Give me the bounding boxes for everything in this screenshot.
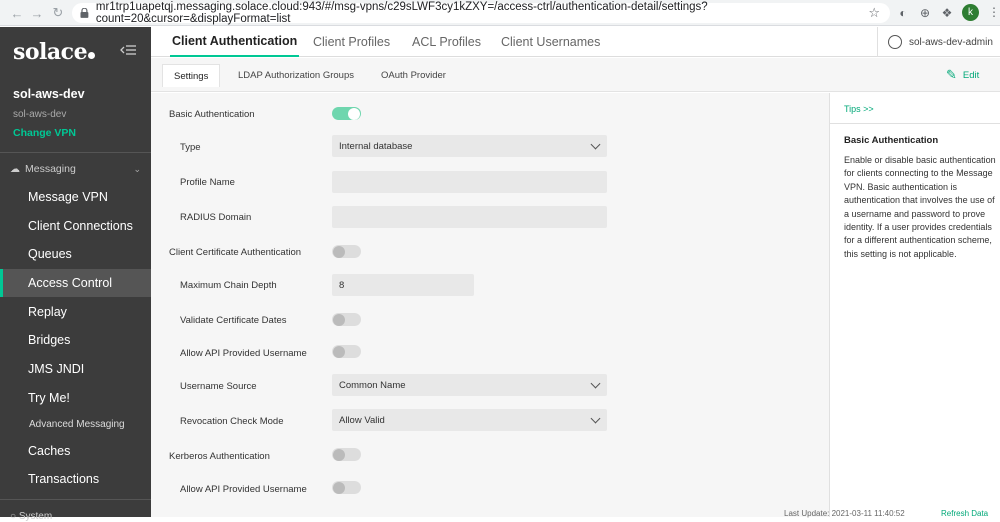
extension-circle-icon[interactable]: ◐ <box>895 5 911 21</box>
user-name: sol-aws-dev-admin <box>909 36 993 48</box>
vpn-name: sol-aws-dev <box>13 87 85 101</box>
max-chain-depth-field[interactable]: 8 <box>332 274 474 296</box>
sidebar-item-bridges[interactable]: Bridges <box>0 326 151 354</box>
user-icon <box>888 35 902 49</box>
validate-cert-dates-label: Validate Certificate Dates <box>180 315 287 326</box>
kerberos-allow-api-username-toggle[interactable] <box>332 481 361 494</box>
profile-name-label: Profile Name <box>180 177 235 188</box>
more-icon[interactable]: ⋮ <box>988 5 1000 19</box>
allow-api-username-label: Allow API Provided Username <box>180 348 307 359</box>
sidebar: solace sol-aws-dev sol-aws-dev Change VP… <box>0 27 151 522</box>
type-label: Type <box>180 142 201 153</box>
sidebar-item-caches[interactable]: Caches <box>0 437 151 465</box>
kerberos-auth-toggle[interactable] <box>332 448 361 461</box>
address-bar[interactable]: mr1trp1uapetqj.messaging.solace.cloud:94… <box>72 1 890 25</box>
tips-body: Enable or disable basic authentication f… <box>844 155 996 259</box>
type-select[interactable]: Internal database <box>332 135 607 157</box>
sidebar-item-access-control[interactable]: Access Control <box>0 269 151 297</box>
subtab-oauth-provider[interactable]: OAuth Provider <box>370 64 457 87</box>
chevron-down-icon: ⌄ <box>133 163 141 174</box>
reload-icon[interactable]: ↻ <box>47 2 69 24</box>
lock-icon <box>80 8 89 18</box>
username-source-label: Username Source <box>180 381 257 392</box>
sidebar-divider <box>0 499 151 500</box>
sidebar-item-client-connections[interactable]: Client Connections <box>0 212 151 240</box>
sidebar-item-transactions[interactable]: Transactions <box>0 465 151 493</box>
tab-client-authentication[interactable]: Client Authentication <box>170 27 300 57</box>
client-cert-auth-toggle[interactable] <box>332 245 361 258</box>
user-menu[interactable]: sol-aws-dev-admin <box>877 27 1000 57</box>
revocation-mode-label: Revocation Check Mode <box>180 416 284 427</box>
vpn-subtitle: sol-aws-dev <box>13 109 67 120</box>
basic-auth-label: Basic Authentication <box>169 109 255 120</box>
radius-domain-label: RADIUS Domain <box>180 212 252 223</box>
solace-logo: solace <box>13 39 96 65</box>
chevron-down-icon <box>590 413 601 424</box>
forward-icon[interactable]: → <box>26 2 48 24</box>
kerberos-auth-label: Kerberos Authentication <box>169 451 270 462</box>
puzzle-icon[interactable]: ❖ <box>939 5 955 21</box>
tab-acl-profiles[interactable]: ACL Profiles <box>412 27 481 57</box>
pencil-icon: ✎ <box>946 67 957 82</box>
browser-toolbar: ← → ↻ mr1trp1uapetqj.messaging.solace.cl… <box>0 0 1000 26</box>
change-vpn-link[interactable]: Change VPN <box>13 127 76 139</box>
revocation-mode-select[interactable]: Allow Valid <box>332 409 607 431</box>
client-cert-auth-label: Client Certificate Authentication <box>169 247 302 258</box>
sidebar-divider <box>0 152 151 153</box>
basic-auth-toggle[interactable] <box>332 107 361 120</box>
collapse-menu-icon[interactable] <box>120 44 136 56</box>
sidebar-item-try-me[interactable]: Try Me! <box>0 384 151 412</box>
extension-crosshair-icon[interactable]: ⊕ <box>917 5 933 21</box>
tips-panel: Tips >> Basic Authentication Enable or d… <box>829 93 1000 517</box>
sub-tab-bar: Settings LDAP Authorization Groups OAuth… <box>151 58 1000 92</box>
tab-client-profiles[interactable]: Client Profiles <box>313 27 390 57</box>
footer: Last Update: 2021-03-11 11:40:52 Refresh… <box>151 507 1000 518</box>
sidebar-item-replay[interactable]: Replay <box>0 298 151 326</box>
chevron-down-icon <box>590 378 601 389</box>
cloud-icon: ☁ <box>10 163 20 175</box>
username-source-select[interactable]: Common Name <box>332 374 607 396</box>
back-icon[interactable]: ← <box>6 2 28 24</box>
subtab-ldap-authorization-groups[interactable]: LDAP Authorization Groups <box>227 64 365 87</box>
subtab-settings[interactable]: Settings <box>162 64 221 87</box>
edit-button[interactable]: ✎ Edit <box>946 67 979 83</box>
radius-domain-field[interactable] <box>332 206 607 228</box>
tips-toggle-link[interactable]: Tips >> <box>844 104 874 114</box>
tips-title: Basic Authentication <box>844 135 939 146</box>
profile-name-field[interactable] <box>332 171 607 193</box>
validate-cert-dates-toggle[interactable] <box>332 313 361 326</box>
kerberos-allow-api-username-label: Allow API Provided Username <box>180 484 307 495</box>
tab-client-usernames[interactable]: Client Usernames <box>501 27 600 57</box>
max-chain-depth-label: Maximum Chain Depth <box>180 280 277 291</box>
sidebar-item-queues[interactable]: Queues <box>0 240 151 268</box>
messaging-group-header[interactable]: ☁ Messaging ⌄ <box>10 163 141 175</box>
profile-avatar[interactable]: k <box>962 4 979 21</box>
allow-api-username-toggle[interactable] <box>332 345 361 358</box>
top-tab-bar: Client Authentication Client Profiles AC… <box>151 27 1000 57</box>
settings-form: Basic Authentication Type Internal datab… <box>151 93 829 517</box>
tips-divider <box>830 123 1000 124</box>
sidebar-item-jms-jndi[interactable]: JMS JNDI <box>0 355 151 383</box>
star-icon[interactable]: ☆ <box>868 5 880 21</box>
sidebar-section-advanced-messaging: Advanced Messaging <box>29 418 125 430</box>
url-text: mr1trp1uapetqj.messaging.solace.cloud:94… <box>95 1 708 25</box>
sidebar-item-message-vpn[interactable]: Message VPN <box>0 183 151 211</box>
chevron-down-icon <box>590 139 601 150</box>
